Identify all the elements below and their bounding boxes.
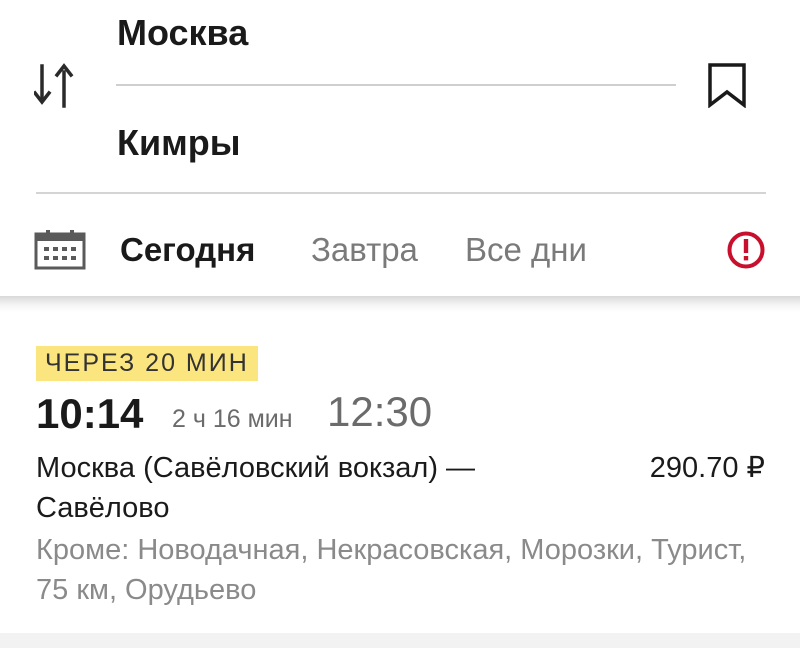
train-route-name[interactable]: Москва (Савёловский вокзал) — Савёлово — [36, 448, 596, 528]
calendar-icon[interactable] — [34, 230, 86, 270]
arrival-time: 12:30 — [327, 388, 433, 435]
route-divider — [116, 84, 676, 86]
header-divider — [36, 192, 766, 194]
bookmark-icon[interactable] — [707, 62, 747, 109]
departure-countdown-badge: ЧЕРЕЗ 20 МИН — [36, 346, 258, 381]
route-to-field[interactable]: Кимры — [117, 122, 240, 164]
tab-all-days[interactable]: Все дни — [465, 231, 587, 269]
alert-icon[interactable] — [726, 230, 766, 270]
tab-tomorrow[interactable]: Завтра — [311, 231, 418, 269]
excluded-stops: Кроме: Новодачная, Некрасовская, Морозки… — [36, 534, 747, 606]
swap-icon[interactable] — [32, 62, 84, 110]
header-shadow — [0, 296, 800, 312]
route-from-field[interactable]: Москва — [117, 12, 248, 54]
tab-today[interactable]: Сегодня — [120, 231, 255, 269]
departure-time: 10:14 — [36, 390, 144, 437]
trip-duration: 2 ч 16 мин — [172, 405, 293, 433]
next-card-edge — [0, 633, 800, 648]
ticket-price: 290.70 ₽ — [649, 452, 765, 484]
